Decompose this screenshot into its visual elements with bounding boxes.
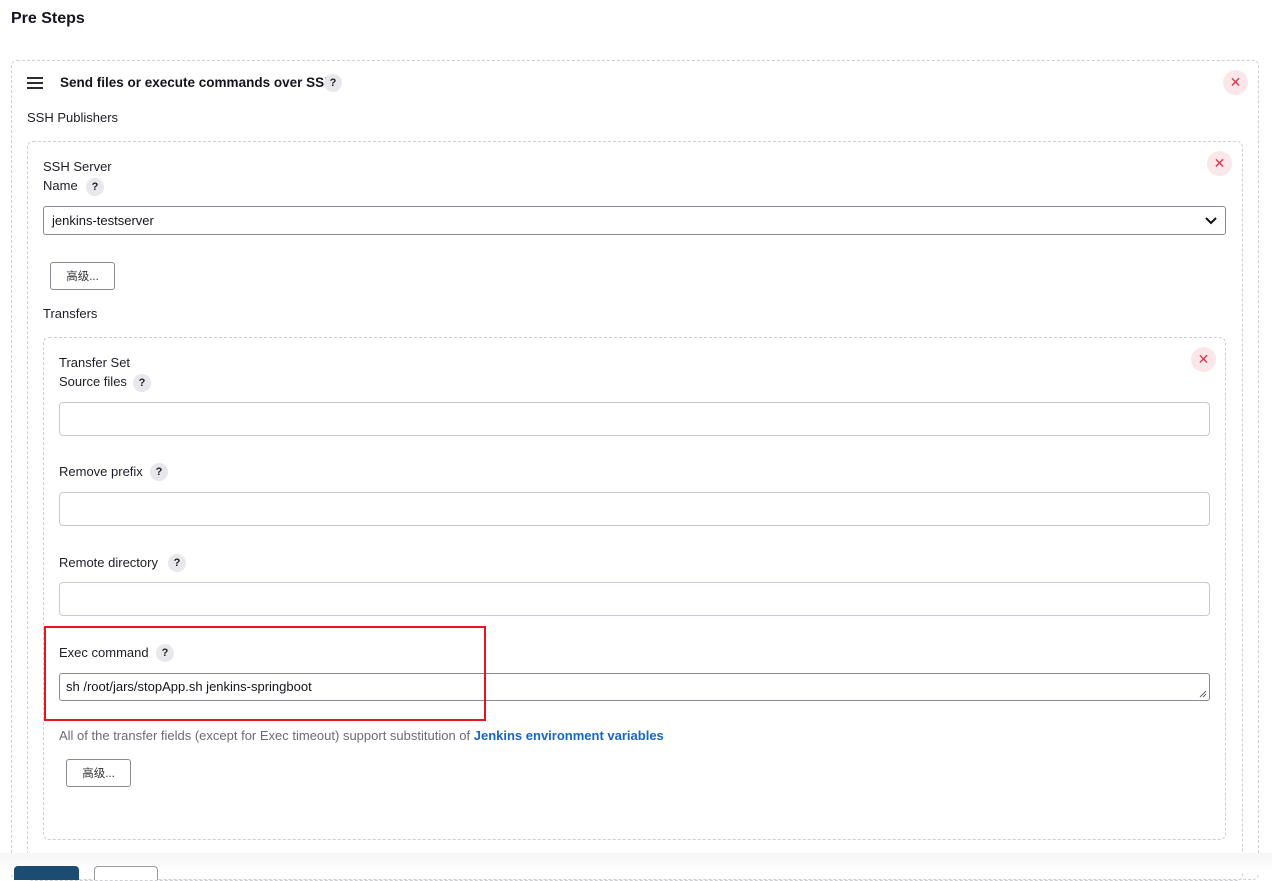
drag-handle-icon[interactable] <box>27 77 43 89</box>
remove-prefix-input[interactable] <box>59 492 1210 526</box>
bottom-button-bar <box>0 853 1272 873</box>
remove-prefix-label: Remove prefix <box>59 464 143 479</box>
resize-grip-icon[interactable] <box>1199 690 1207 698</box>
exec-command-highlight <box>44 626 486 721</box>
help-icon[interactable]: ? <box>86 178 104 196</box>
delete-step-button[interactable]: ✕ <box>1223 70 1248 95</box>
transfers-label: Transfers <box>43 306 98 321</box>
help-icon[interactable]: ? <box>133 374 151 392</box>
transfer-set-heading: Transfer Set <box>59 355 131 370</box>
build-step-title: Send files or execute commands over SSH <box>60 75 334 90</box>
ssh-server-heading: SSH Server <box>43 159 112 174</box>
source-files-label: Source files <box>59 374 127 389</box>
section-title: Pre Steps <box>11 10 85 27</box>
transfer-advanced-button[interactable]: 高级... <box>66 759 131 787</box>
remote-directory-label: Remote directory <box>59 555 158 570</box>
transfer-fields-hint: All of the transfer fields (except for E… <box>59 728 664 743</box>
server-name-label: Name <box>43 178 78 193</box>
jenkins-env-vars-link[interactable]: Jenkins environment variables <box>474 728 664 743</box>
server-advanced-button[interactable]: 高级... <box>50 262 115 290</box>
help-icon[interactable]: ? <box>324 74 342 92</box>
delete-transfer-set-button[interactable]: ✕ <box>1191 347 1216 372</box>
help-icon[interactable]: ? <box>168 554 186 572</box>
hint-text: All of the transfer fields (except for E… <box>59 728 474 743</box>
remote-directory-input[interactable] <box>59 582 1210 616</box>
chevron-down-icon <box>1205 216 1217 224</box>
save-button[interactable] <box>14 866 79 880</box>
delete-server-button[interactable]: ✕ <box>1207 151 1232 176</box>
server-name-value: jenkins-testserver <box>52 213 154 228</box>
server-name-select[interactable]: jenkins-testserver <box>43 206 1226 235</box>
ssh-publishers-label: SSH Publishers <box>27 110 119 125</box>
help-icon[interactable]: ? <box>150 463 168 481</box>
source-files-input[interactable] <box>59 402 1210 436</box>
apply-button[interactable] <box>94 866 158 880</box>
